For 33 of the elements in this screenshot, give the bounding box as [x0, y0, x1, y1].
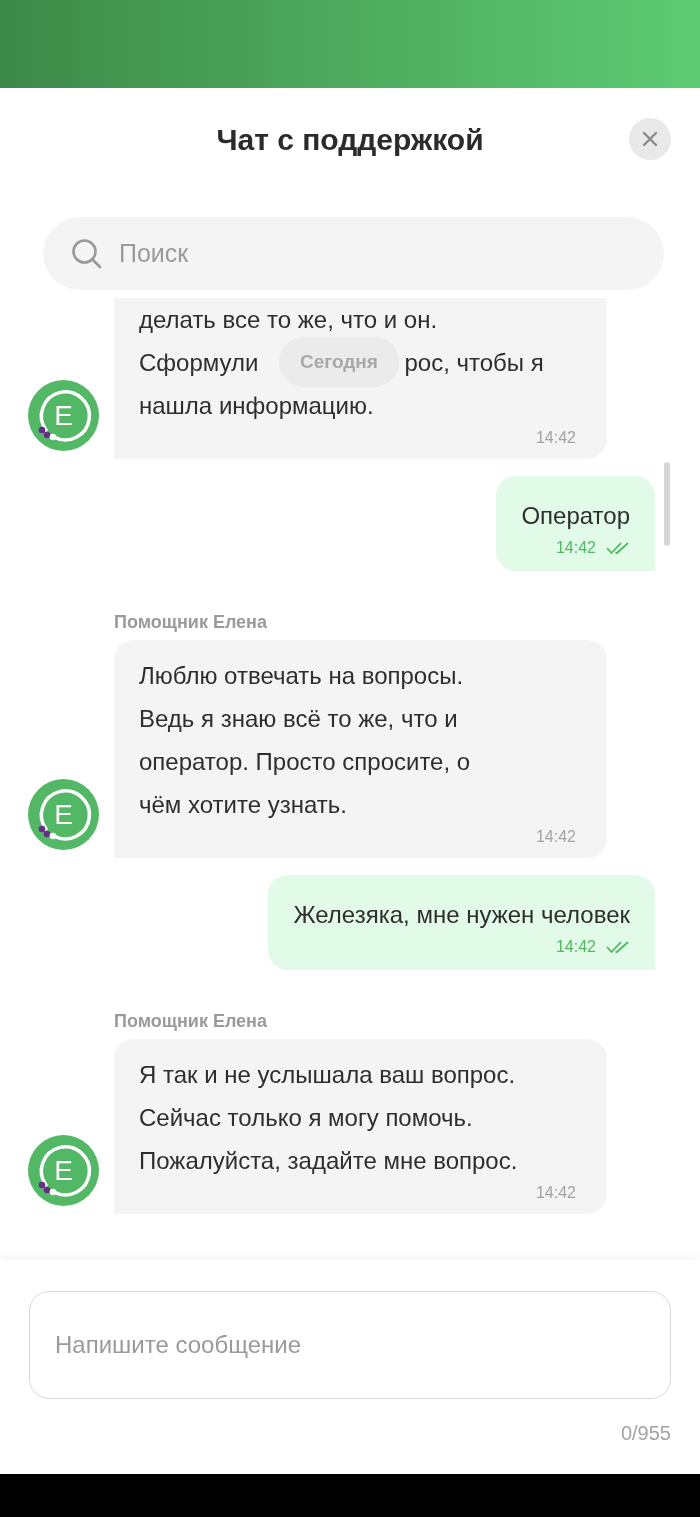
sender-name: Помощник Елена — [114, 1011, 268, 1032]
message-text: оператор. Просто спросите, о — [139, 747, 471, 777]
date-chip: Сегодня — [279, 337, 399, 387]
message-text: Я так и не услышала ваш вопрос. — [139, 1060, 516, 1090]
search-icon — [71, 237, 103, 270]
character-counter: 0/955 — [620, 1422, 671, 1445]
message-time: 14:42 — [535, 429, 576, 447]
message-time: 14:42 — [535, 1184, 576, 1202]
message-time: 14:42 — [535, 828, 576, 846]
assistant-avatar: Е — [28, 779, 99, 850]
search-field[interactable]: Поиск — [43, 217, 664, 290]
message-text: Сейчас только я могу помочь. — [139, 1103, 473, 1133]
message-text: Ведь я знаю всё то же, что и — [139, 704, 458, 734]
message-text: нашла информацию. — [139, 391, 374, 421]
message-text: делать все то же, что и он. — [139, 305, 438, 335]
message-text: Пожалуйста, задайте мне вопрос. — [139, 1146, 518, 1176]
message-text: Сформули — [139, 348, 259, 378]
message-text: Люблю отвечать на вопросы. — [139, 661, 464, 691]
message-input[interactable]: Напишите сообщение — [53, 1330, 647, 1360]
assistant-avatar: Е — [28, 1135, 99, 1206]
close-button[interactable] — [629, 118, 671, 160]
message-text: рос, чтобы я — [404, 348, 544, 378]
message-time: 14:42 — [555, 938, 596, 956]
close-icon — [642, 131, 658, 147]
message-text: чём хотите узнать. — [139, 790, 347, 820]
message-text: Железяка, мне нужен человек — [293, 900, 630, 930]
chat-title: Чат с поддержкой — [216, 123, 484, 157]
search-input[interactable]: Поиск — [117, 238, 636, 269]
sender-name: Помощник Елена — [114, 612, 268, 633]
message-text: Оператор — [521, 501, 630, 531]
assistant-avatar: Е — [28, 380, 99, 451]
message-field[interactable]: Напишите сообщение — [29, 1291, 671, 1399]
message-time: 14:42 — [555, 539, 596, 557]
